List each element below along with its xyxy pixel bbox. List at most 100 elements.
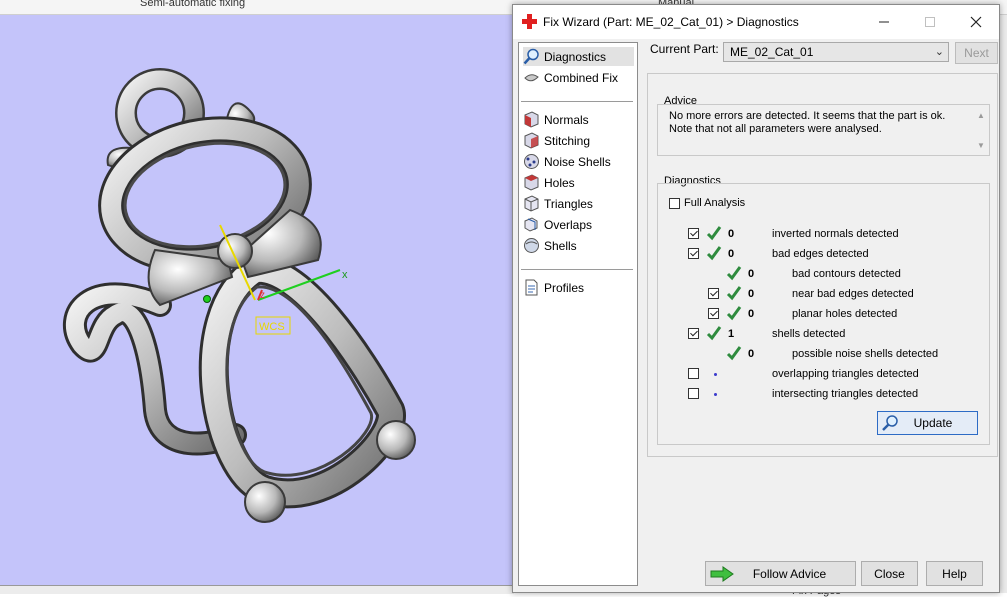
check-mark-icon [726, 286, 742, 301]
magnifier-icon [523, 48, 539, 65]
current-part-label: Current Part: [650, 42, 719, 56]
nav-label: Triangles [544, 196, 593, 211]
nav-item-holes[interactable]: Holes [523, 173, 575, 192]
close-window-button[interactable] [953, 5, 999, 39]
semi-automatic-fixing-label: Semi-automatic fixing [140, 0, 246, 9]
holes-icon [524, 174, 539, 191]
combined-fix-icon [524, 74, 539, 82]
noise-shells-count: 0 [748, 348, 755, 360]
intersecting-triangles-checkbox[interactable] [688, 388, 699, 399]
nav-item-profiles[interactable]: Profiles [523, 278, 584, 297]
near-bad-edges-label: near bad edges detected [792, 288, 914, 300]
nav-label: Stitching [544, 133, 591, 148]
planar-holes-checkbox[interactable] [708, 308, 719, 319]
nav-label: Noise Shells [544, 154, 611, 169]
current-part-value: ME_02_Cat_01 [730, 45, 814, 59]
green-arrow-icon [710, 565, 734, 582]
maximize-icon [925, 17, 935, 27]
nav-item-stitching[interactable]: Stitching [523, 131, 590, 150]
close-button[interactable]: Close [861, 561, 918, 586]
planar-holes-label: planar holes detected [792, 308, 898, 320]
noise-shells-icon [524, 154, 539, 169]
near-bad-edges-count: 0 [748, 288, 755, 300]
origin-marker [203, 295, 211, 303]
inverted-normals-count: 0 [728, 228, 735, 240]
not-run-dot-icon [714, 393, 717, 396]
close-icon [970, 16, 982, 28]
advice-text: No more errors are detected. It seems th… [669, 110, 946, 135]
next-button[interactable]: Next [955, 42, 998, 64]
background-edge [1000, 15, 1007, 593]
bad-edges-count: 0 [728, 248, 735, 260]
body-ring [198, 254, 406, 509]
full-analysis-label: Full Analysis [684, 197, 746, 209]
scroll-down-icon: ▼ [977, 141, 985, 150]
title-bar[interactable]: Fix Wizard (Part: ME_02_Cat_01) > Diagno… [513, 5, 999, 39]
left-paw-ball [244, 481, 286, 523]
overlapping-triangles-checkbox[interactable] [688, 368, 699, 379]
bad-edges-checkbox[interactable] [688, 248, 699, 259]
planar-holes-count: 0 [748, 308, 755, 320]
diagnostics-panel: Advice No more errors are detected. It s… [647, 73, 998, 457]
noise-shells-label: possible noise shells detected [792, 348, 939, 360]
minimize-button[interactable] [861, 5, 907, 39]
nav-label: Profiles [544, 280, 585, 295]
current-part-select[interactable]: ME_02_Cat_01 ⌄ [723, 42, 949, 62]
maximize-button[interactable] [907, 5, 953, 39]
shells-label: shells detected [772, 328, 846, 340]
update-button[interactable]: Update [877, 411, 978, 435]
check-mark-icon [706, 246, 722, 261]
overlapping-triangles-label: overlapping triangles detected [772, 368, 919, 380]
shells-checkbox[interactable] [688, 328, 699, 339]
shells-icon [524, 238, 539, 253]
overlaps-icon [524, 217, 538, 232]
nav-label: Diagnostics [544, 49, 607, 64]
nav-separator [521, 269, 633, 270]
3d-viewport[interactable]: x z WCS [0, 15, 514, 585]
z-axis-label: z [260, 290, 265, 301]
nav-item-triangles[interactable]: Triangles [523, 194, 593, 213]
profiles-icon [525, 279, 538, 296]
nav-label: Holes [544, 175, 575, 190]
intersecting-triangles-label: intersecting triangles detected [772, 388, 919, 400]
nav-label: Normals [544, 112, 589, 127]
nav-item-combined-fix[interactable]: Combined Fix [523, 68, 618, 87]
nav-separator [521, 101, 633, 102]
magnifier-icon [882, 415, 898, 431]
wcs-label: WCS [259, 321, 285, 333]
near-bad-edges-checkbox[interactable] [708, 288, 719, 299]
right-paw-ball [376, 420, 416, 460]
inverted-normals-checkbox[interactable] [688, 228, 699, 239]
diagnostics-group: Full Analysis 0 inverted normals detecte… [657, 183, 990, 445]
nav-label: Combined Fix [544, 70, 619, 85]
nav-item-noise-shells[interactable]: Noise Shells [523, 152, 611, 171]
nav-item-shells[interactable]: Shells [523, 236, 577, 255]
nav-item-overlaps[interactable]: Overlaps [523, 215, 592, 234]
scroll-up-icon: ▲ [977, 111, 985, 120]
help-button[interactable]: Help [926, 561, 983, 586]
check-mark-icon [706, 326, 722, 341]
bad-contours-label: bad contours detected [792, 268, 901, 280]
check-mark-icon [706, 226, 722, 241]
not-run-dot-icon [714, 373, 717, 376]
follow-advice-button[interactable]: Follow Advice [705, 561, 856, 586]
full-analysis-checkbox[interactable] [669, 198, 680, 209]
stitching-icon [524, 132, 539, 149]
check-mark-icon [726, 346, 742, 361]
bad-contours-count: 0 [748, 268, 755, 280]
nav-label: Shells [544, 238, 577, 253]
nav-item-diagnostics[interactable]: Diagnostics [523, 47, 634, 66]
check-mark-icon [726, 266, 742, 281]
dialog-title: Fix Wizard (Part: ME_02_Cat_01) > Diagno… [543, 15, 799, 29]
nav-label: Overlaps [544, 217, 593, 232]
shells-count: 1 [728, 328, 735, 340]
red-cross-icon [522, 14, 537, 29]
minimize-icon [879, 21, 889, 23]
advice-scrollbar[interactable]: ▲ ▼ [973, 106, 988, 154]
normals-icon [524, 111, 539, 128]
triangles-icon [524, 195, 539, 212]
nav-item-normals[interactable]: Normals [523, 110, 589, 129]
inverted-normals-label: inverted normals detected [772, 228, 899, 240]
bad-edges-label: bad edges detected [772, 248, 869, 260]
chevron-down-icon: ⌄ [934, 46, 944, 58]
